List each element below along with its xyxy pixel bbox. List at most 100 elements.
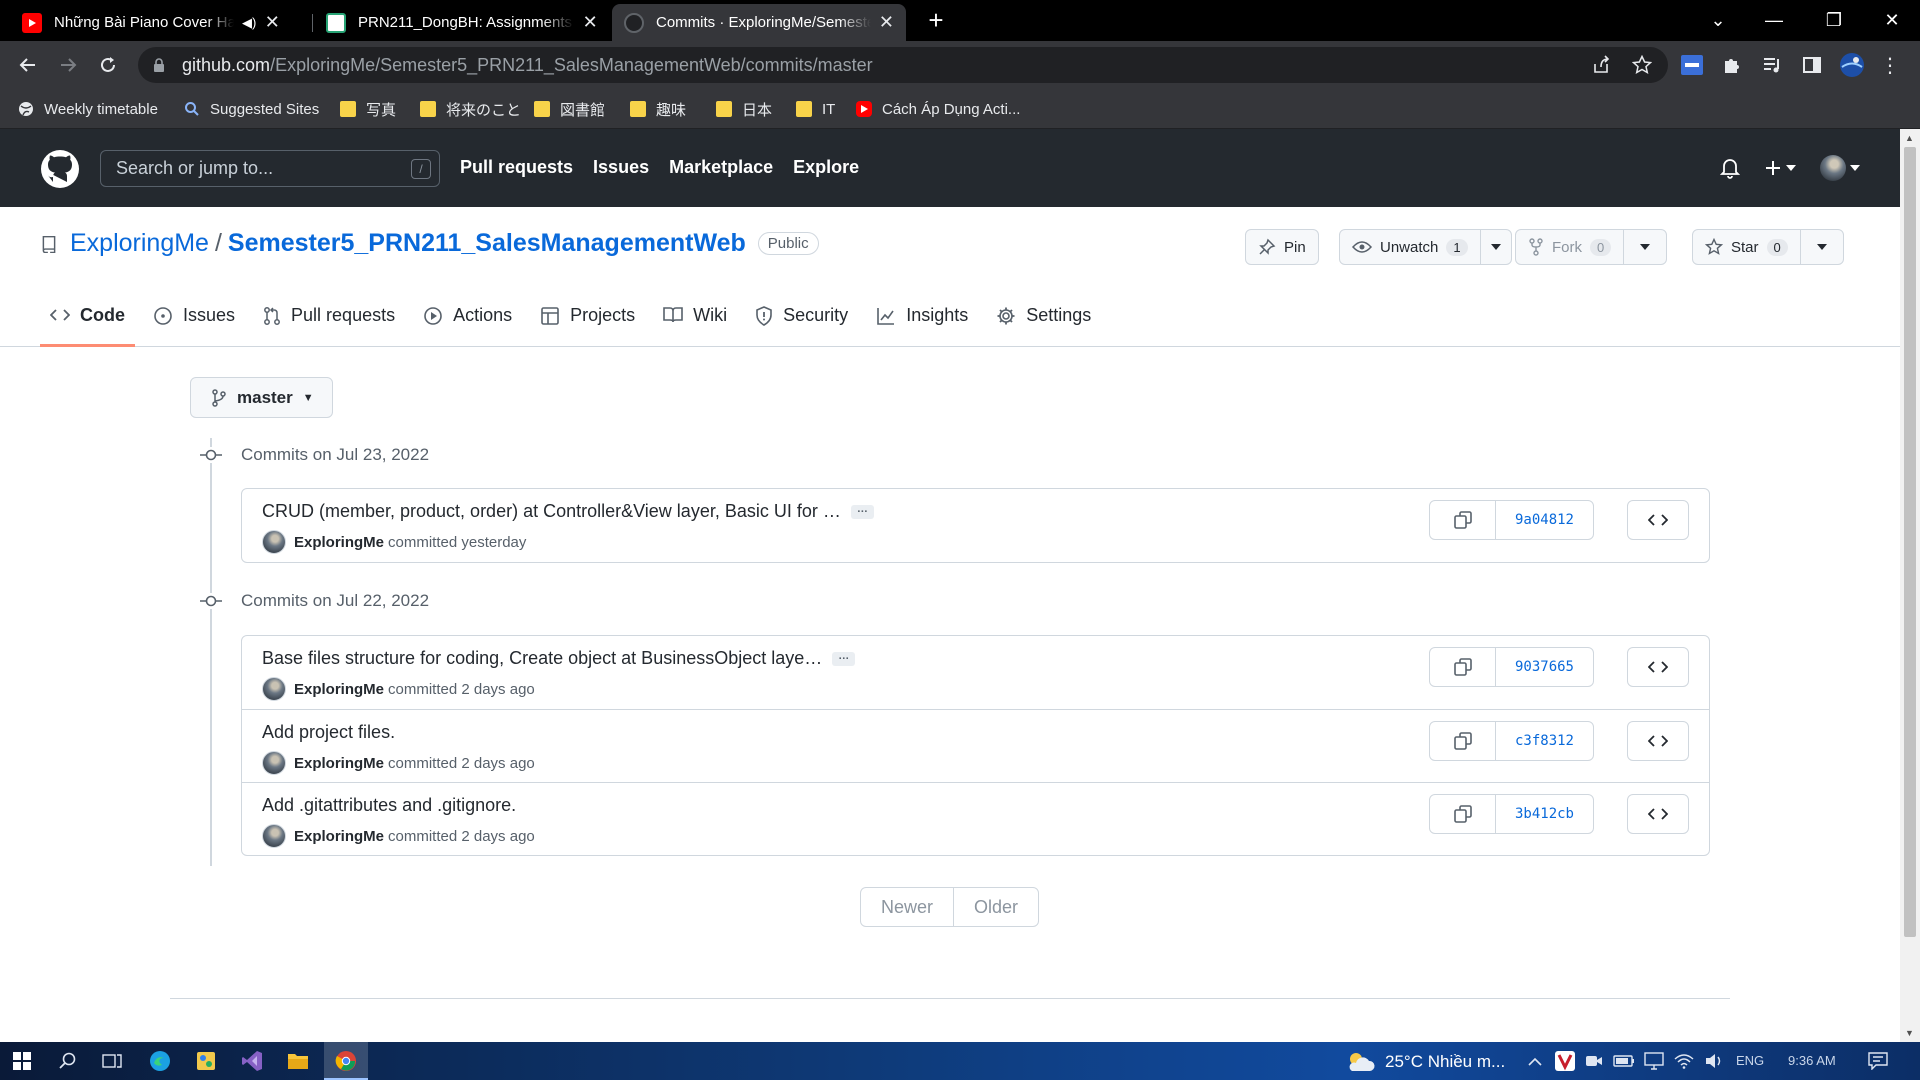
unwatch-button[interactable]: Unwatch 1 — [1340, 230, 1480, 264]
avatar[interactable] — [262, 677, 286, 701]
tab-pull-requests[interactable]: Pull requests — [253, 297, 405, 347]
nav-issues[interactable]: Issues — [593, 157, 649, 178]
commit-sha-link[interactable]: 9037665 — [1496, 648, 1593, 686]
weather-widget[interactable]: 25°C Nhiều m... — [1345, 1051, 1505, 1073]
commit-author-link[interactable]: ExploringMe — [294, 681, 384, 698]
commit-sha-link[interactable]: 9a04812 — [1496, 501, 1593, 539]
bookmark-suggested-sites[interactable]: Suggested Sites — [184, 97, 319, 121]
avatar[interactable] — [262, 824, 286, 848]
pin-button[interactable]: Pin — [1245, 229, 1319, 265]
visual-studio-icon[interactable] — [240, 1049, 264, 1073]
branch-select-button[interactable]: master ▼ — [190, 377, 333, 418]
chrome-menu-icon[interactable]: ⋮ — [1876, 51, 1904, 79]
star-button[interactable]: Star 0 — [1693, 230, 1800, 264]
nav-explore[interactable]: Explore — [793, 157, 859, 178]
create-new-dropdown[interactable] — [1764, 156, 1796, 180]
tab-issues[interactable]: Issues — [143, 297, 245, 347]
reload-button[interactable] — [94, 51, 122, 79]
repo-owner-link[interactable]: ExploringMe — [70, 229, 209, 258]
expand-message-button[interactable]: … — [832, 650, 856, 666]
commit-message-link[interactable]: Add .gitattributes and .gitignore. — [262, 795, 516, 816]
new-tab-button[interactable]: + — [922, 6, 950, 34]
taskbar-search-icon[interactable] — [56, 1049, 80, 1073]
commit-message-link[interactable]: Base files structure for coding, Create … — [262, 648, 822, 669]
profile-avatar[interactable] — [1838, 51, 1866, 79]
volume-tray-icon[interactable] — [1702, 1049, 1726, 1073]
bookmark-youtube-video[interactable]: Cách Áp Dụng Acti... — [856, 97, 1020, 121]
display-tray-icon[interactable] — [1642, 1049, 1666, 1073]
show-hidden-icons-chevron-icon[interactable] — [1523, 1049, 1547, 1073]
expand-message-button[interactable]: … — [850, 503, 874, 519]
minimize-button[interactable]: — — [1746, 0, 1802, 41]
avatar[interactable] — [262, 530, 286, 554]
bookmark-folder-it[interactable]: IT — [796, 97, 835, 121]
browser-tab-assignments[interactable]: PRN211_DongBH: Assignments for ✕ — [314, 4, 610, 41]
restore-button[interactable]: ❐ — [1806, 0, 1862, 41]
bookmark-folder-japan[interactable]: 日本 — [716, 97, 772, 121]
paint-app-icon[interactable] — [194, 1049, 218, 1073]
close-window-button[interactable]: ✕ — [1864, 0, 1920, 41]
nav-marketplace[interactable]: Marketplace — [669, 157, 773, 178]
bell-icon[interactable] — [1720, 156, 1740, 180]
tab-search-icon[interactable]: ⌄ — [1690, 0, 1746, 41]
scrollbar-thumb[interactable] — [1904, 147, 1916, 937]
browse-repo-at-commit-button[interactable] — [1627, 794, 1689, 834]
input-language[interactable]: ENG — [1736, 1053, 1764, 1068]
browse-repo-at-commit-button[interactable] — [1627, 647, 1689, 687]
copy-sha-button[interactable] — [1430, 795, 1496, 833]
page-scrollbar[interactable]: ▲ ▼ — [1900, 129, 1920, 1042]
action-center-icon[interactable] — [1866, 1049, 1890, 1073]
copy-sha-button[interactable] — [1430, 722, 1496, 760]
unwatch-dropdown[interactable] — [1479, 230, 1511, 264]
nav-pull-requests[interactable]: Pull requests — [460, 157, 573, 178]
vivaldi-tray-icon[interactable] — [1553, 1049, 1577, 1073]
scroll-down-arrow-icon[interactable]: ▼ — [1905, 1028, 1914, 1038]
browser-tab-youtube[interactable]: Những Bài Piano Cover Hay Nhất ◀) ✕ — [10, 4, 310, 41]
commit-sha-link[interactable]: c3f8312 — [1496, 722, 1593, 760]
commit-author-link[interactable]: ExploringMe — [294, 828, 384, 845]
browser-tab-commits[interactable]: Commits · ExploringMe/Semester5 ✕ — [612, 4, 906, 41]
older-button[interactable]: Older — [953, 888, 1038, 926]
commit-author-link[interactable]: ExploringMe — [294, 534, 384, 551]
bookmark-folder-future[interactable]: 将来のこと — [420, 97, 521, 121]
speaker-icon[interactable]: ◀) — [242, 15, 256, 31]
copy-sha-button[interactable] — [1430, 501, 1496, 539]
newer-button[interactable]: Newer — [861, 888, 953, 926]
media-control-icon[interactable] — [1758, 51, 1786, 79]
github-search-input[interactable]: Search or jump to... / — [100, 150, 440, 187]
copy-sha-button[interactable] — [1430, 648, 1496, 686]
commit-message-link[interactable]: CRUD (member, product, order) at Control… — [262, 501, 841, 522]
github-logo-icon[interactable] — [40, 149, 80, 189]
tab-code[interactable]: Code — [40, 297, 135, 347]
battery-tray-icon[interactable] — [1612, 1049, 1636, 1073]
extensions-puzzle-icon[interactable] — [1718, 51, 1746, 79]
tab-projects[interactable]: Projects — [530, 297, 645, 347]
browse-repo-at-commit-button[interactable] — [1627, 721, 1689, 761]
chrome-icon[interactable] — [334, 1049, 358, 1073]
star-dropdown[interactable] — [1799, 230, 1843, 264]
back-button[interactable] — [14, 51, 42, 79]
tab-close-icon[interactable]: ✕ — [264, 12, 280, 33]
task-view-icon[interactable] — [100, 1049, 124, 1073]
side-panel-icon[interactable] — [1798, 51, 1826, 79]
fork-dropdown[interactable] — [1623, 230, 1666, 264]
bookmark-folder-hobby[interactable]: 趣味 — [630, 97, 686, 121]
user-menu-dropdown[interactable] — [1820, 155, 1860, 181]
avatar[interactable] — [262, 751, 286, 775]
edge-browser-icon[interactable] — [148, 1049, 172, 1073]
tab-close-icon[interactable]: ✕ — [582, 12, 598, 33]
bookmark-folder-library[interactable]: 図書館 — [534, 97, 605, 121]
tab-wiki[interactable]: Wiki — [653, 297, 737, 347]
repo-name-link[interactable]: Semester5_PRN211_SalesManagementWeb — [228, 229, 746, 258]
system-clock[interactable]: 9:36 AM — [1788, 1053, 1836, 1068]
wifi-tray-icon[interactable] — [1672, 1049, 1696, 1073]
fork-button[interactable]: Fork 0 — [1516, 230, 1623, 264]
bookmark-star-icon[interactable] — [1628, 51, 1656, 79]
forward-button[interactable] — [54, 51, 82, 79]
commit-sha-link[interactable]: 3b412cb — [1496, 795, 1593, 833]
tab-insights[interactable]: Insights — [866, 297, 978, 347]
tab-close-icon[interactable]: ✕ — [879, 12, 894, 33]
tab-security[interactable]: Security — [745, 297, 858, 347]
tab-actions[interactable]: Actions — [413, 297, 522, 347]
meet-now-tray-icon[interactable] — [1582, 1049, 1606, 1073]
